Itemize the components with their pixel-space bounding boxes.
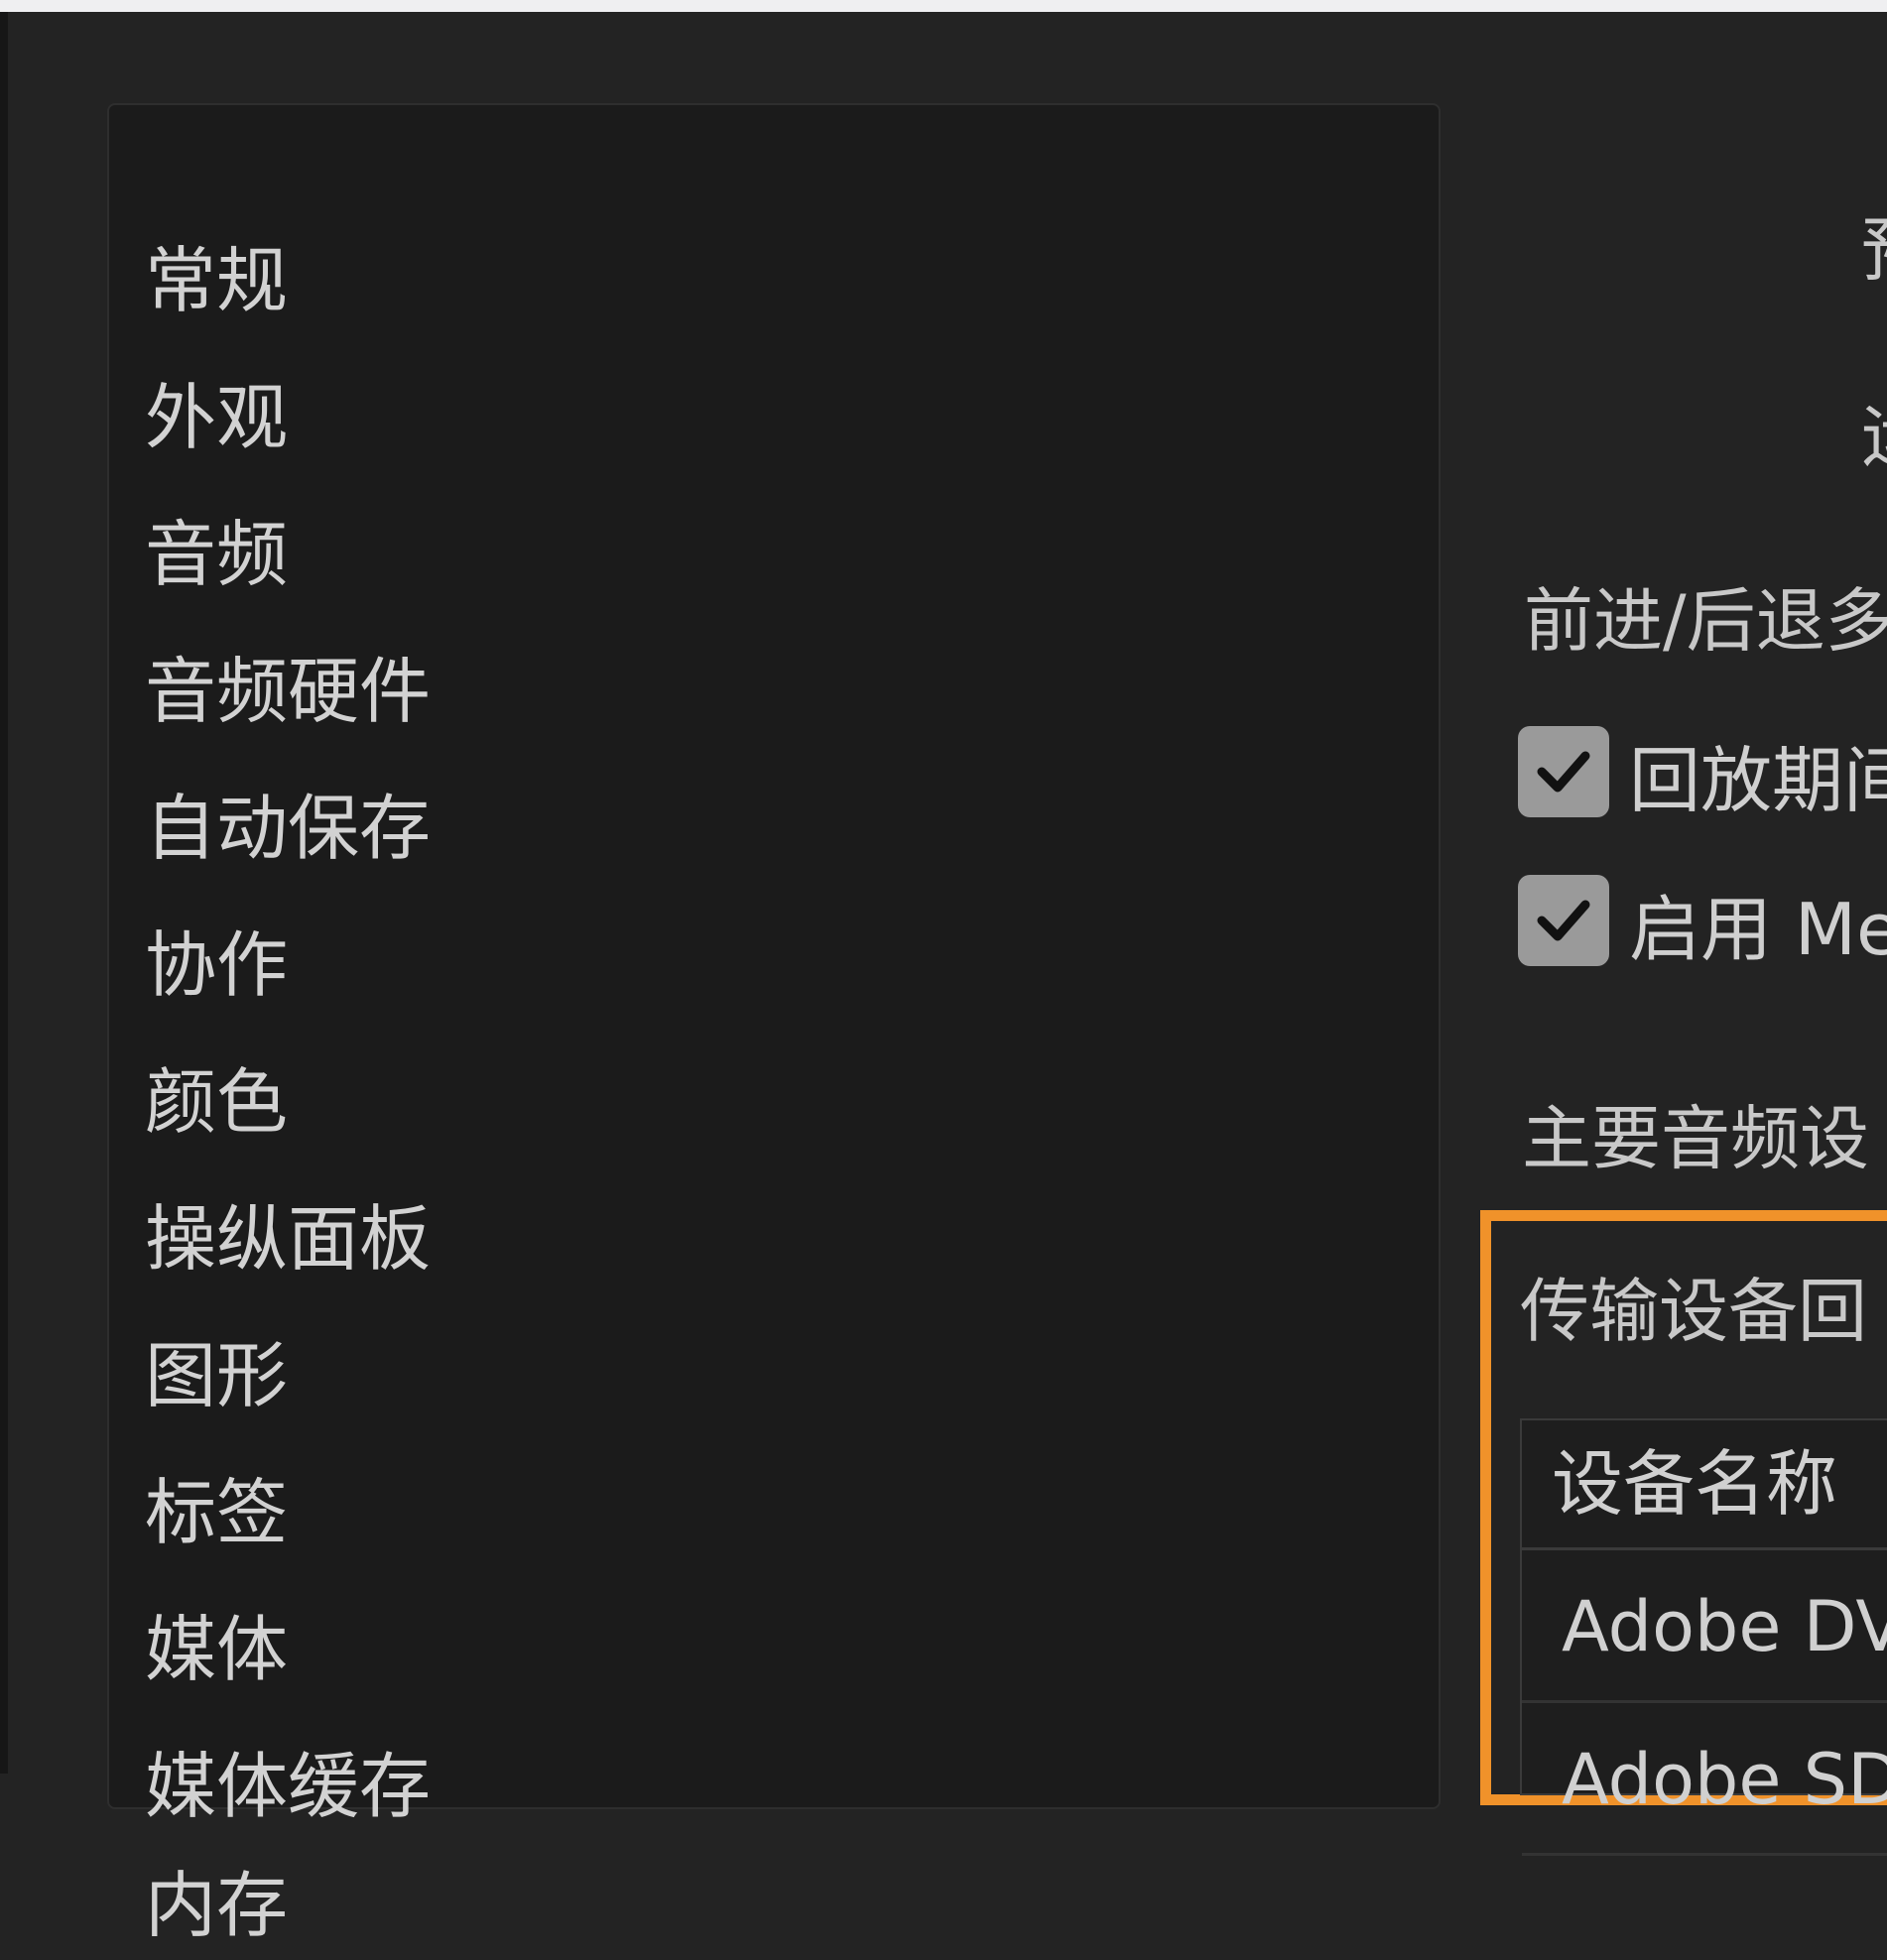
playback-checkbox-label: 回放期间 [1629,739,1887,822]
sidebar-item-memory[interactable]: 内存 [145,1851,288,1960]
sidebar-item-collaboration[interactable]: 协作 [145,911,288,1020]
sidebar-item-appearance[interactable]: 外观 [145,363,288,472]
sidebar-item-color[interactable]: 颜色 [145,1047,288,1157]
playback-checkbox[interactable] [1518,726,1609,817]
sidebar-item-control-surface[interactable]: 操纵面板 [145,1184,431,1293]
sidebar-item-labels[interactable]: 标签 [145,1458,288,1567]
sidebar-item-audio-hardware[interactable]: 音频硬件 [145,637,431,746]
checkmark-icon [1537,751,1590,793]
column-header-device-name[interactable]: 设备名称 [1552,1420,1837,1547]
device-table: 设备名称 Adobe DV Adobe SDI [1520,1418,1887,1856]
sidebar-item-graphics[interactable]: 图形 [145,1321,288,1430]
sidebar-item-audio[interactable]: 音频 [145,500,288,609]
window-left-edge [0,12,8,1774]
enable-mercury-checkbox[interactable] [1518,875,1609,966]
sidebar-item-media[interactable]: 媒体 [145,1595,288,1704]
main-audio-device-label: 主要音频设 [1522,1098,1869,1179]
table-row[interactable]: Adobe DV [1522,1550,1887,1703]
transmit-device-playback-label: 传输设备回 [1520,1271,1867,1352]
sidebar-item-auto-save[interactable]: 自动保存 [145,774,431,883]
window-top-strip [0,0,1887,12]
preferences-sidebar: 常规 外观 音频 音频硬件 自动保存 协作 颜色 操纵面板 图形 标签 媒体 媒… [107,103,1441,1947]
sidebar-item-media-cache[interactable]: 媒体缓存 [145,1732,431,1841]
table-header: 设备名称 [1522,1420,1887,1550]
device-name-cell: Adobe DV [1562,1586,1887,1667]
checkmark-icon [1537,900,1590,941]
scrub-forward-back-label: 前进/后退多 [1524,580,1887,662]
settings-label-preroll: 预 [1861,194,1887,295]
settings-label-postroll: 运 [1861,381,1887,481]
table-row[interactable]: Adobe SDI [1522,1703,1887,1856]
device-name-cell: Adobe SDI [1562,1739,1887,1820]
enable-mercury-checkbox-label: 启用 Me [1629,888,1887,971]
sidebar-item-general[interactable]: 常规 [145,226,288,335]
